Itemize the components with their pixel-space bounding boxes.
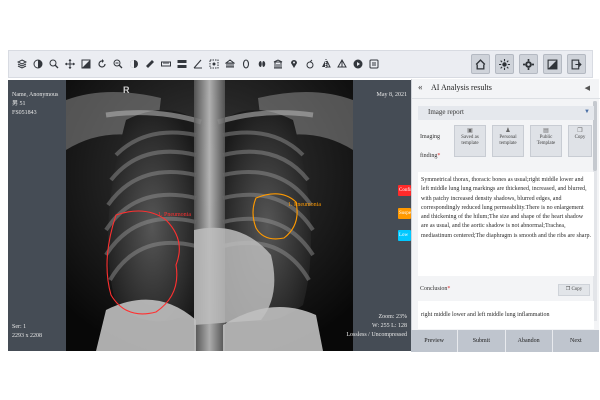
copy-icon: ❐ [565,287,571,292]
doc-icon: ▤ [543,128,549,134]
exit-icon[interactable] [567,54,586,74]
ai-analysis-panel: « AI Analysis results ◀ Image report ▼ I… [411,79,600,352]
patient-sex-age: 男 51 [12,101,26,107]
window-level-icon[interactable] [79,56,93,72]
collapse-panel-icon[interactable]: « [418,82,423,92]
organ-icon[interactable] [255,56,269,72]
panel-header: « AI Analysis results ◀ [412,79,600,99]
series-number: Ser: 1 [12,324,27,330]
settings-icon[interactable] [367,56,381,72]
stack-icon[interactable] [223,56,237,72]
toolbar-right [471,54,586,74]
pin-icon[interactable] [287,56,301,72]
save-template-button[interactable]: ▣ Saved as template [454,125,486,157]
preview-button[interactable]: Preview [411,330,459,352]
toolbar [8,50,593,78]
gear-icon[interactable] [519,54,538,74]
next-button[interactable]: Next [552,330,599,352]
contrast-icon[interactable] [31,56,45,72]
orientation-marker: R [123,85,130,95]
action-bar: Preview Submit Abandon Next [411,330,599,352]
annotation-label-right-lung: 1. Pneumonia [158,212,191,218]
patient-name: Name, Anonymous [12,92,59,98]
submit-button[interactable]: Submit [458,330,506,352]
study-date: May 8, 2021 [376,92,408,98]
copy-conclusion-button[interactable]: ❐ Copy [558,284,590,296]
toolbar-tools [15,56,381,72]
viewer-left-margin [8,80,66,351]
abandon-button[interactable]: Abandon [505,330,553,352]
chest-xray-image[interactable] [66,80,353,351]
zoom-readout: Zoom: 23% [378,314,408,320]
personal-template-button[interactable]: ♟ Personal template [492,125,524,157]
layout-icon[interactable] [175,56,189,72]
compression-readout: Lossless / Uncompressed [346,332,407,338]
flag-confirmed[interactable]: Confirmed [398,185,411,196]
zoom-icon[interactable] [47,56,61,72]
ruler-icon[interactable] [143,56,157,72]
imaging-finding-label: Imaging finding* [420,134,441,159]
angle-icon[interactable] [191,56,205,72]
window-level-readout: W: 255 L: 128 [372,323,407,329]
invert-icon[interactable] [127,56,141,72]
flag-low[interactable]: Low [398,230,411,241]
rotate-icon[interactable] [95,56,109,72]
sync-icon[interactable] [543,54,562,74]
caret-left-icon[interactable]: ◀ [585,84,590,92]
3d-icon[interactable] [335,56,349,72]
pan-icon[interactable] [63,56,77,72]
cobb-icon[interactable] [303,56,317,72]
patient-id: FS051843 [12,110,37,116]
reference-icon[interactable] [271,56,285,72]
layers-icon[interactable] [15,56,29,72]
conclusion-label: Conclusion* [420,286,451,292]
chevron-down-icon[interactable]: ▼ [584,109,590,115]
flip-icon[interactable] [319,56,333,72]
magnify-icon[interactable] [111,56,125,72]
save-icon: ▣ [467,128,473,134]
conclusion-text[interactable]: right middle lower and left middle lung … [418,301,594,329]
ellipse-icon[interactable] [239,56,253,72]
panel-title: AI Analysis results [431,83,492,92]
user-icon: ♟ [505,128,511,134]
image-report-section[interactable]: Image report ▼ [418,106,594,120]
copy-finding-button[interactable]: ❐ Copy [568,125,592,157]
copy-icon: ❐ [577,128,583,134]
probe-icon[interactable] [159,56,173,72]
cine-icon[interactable] [351,56,365,72]
imaging-finding-text[interactable]: Symmetrical thorax, thoracic bones as us… [418,172,594,276]
brightness-icon[interactable] [495,54,514,74]
home-icon[interactable] [471,54,490,74]
roi-icon[interactable] [207,56,221,72]
public-template-button[interactable]: ▤ Public Template [530,125,562,157]
annotation-label-left-lung: 1. Pneumonia [288,202,321,208]
flag-suspected[interactable]: Suspected [398,208,411,219]
image-viewer[interactable]: R Name, Anonymous 男 51 FS051843 May 8, 2… [8,80,411,351]
section-title: Image report [428,108,464,116]
image-dimensions: 2293 x 2208 [12,333,42,339]
